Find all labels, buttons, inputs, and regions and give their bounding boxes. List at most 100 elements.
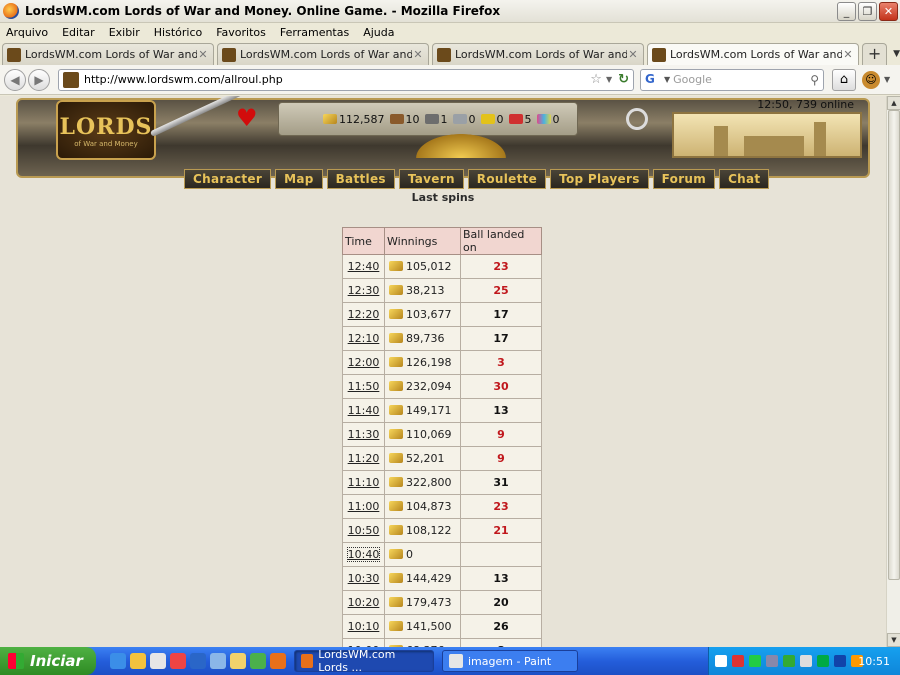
spin-time-link[interactable]: 10:10	[348, 620, 380, 633]
menu-historico[interactable]: Histórico	[154, 26, 202, 39]
spin-time-link[interactable]: 11:20	[348, 452, 380, 465]
explorer-icon[interactable]	[130, 653, 146, 669]
spin-time-link[interactable]: 11:00	[348, 500, 380, 513]
restore-button[interactable]: ❐	[858, 2, 877, 21]
spin-winnings-cell: 104,873	[384, 494, 461, 519]
spin-time-link[interactable]: 12:20	[348, 308, 380, 321]
spin-winnings-cell: 126,198	[384, 350, 461, 375]
greasemonkey-dropdown-icon[interactable]: ▼	[884, 75, 890, 84]
nav-top-players[interactable]: Top Players	[550, 169, 649, 189]
nav-battles[interactable]: Battles	[326, 169, 395, 189]
scroll-thumb[interactable]	[888, 110, 900, 580]
tab-close-icon[interactable]: ✕	[842, 48, 854, 61]
new-tab-button[interactable]: +	[862, 43, 888, 65]
taskbar-item-firefox[interactable]: LordsWM.com Lords ...	[294, 648, 434, 674]
close-button[interactable]: ✕	[879, 2, 898, 21]
google-icon[interactable]: G	[645, 72, 661, 88]
url-text[interactable]: http://www.lordswm.com/allroul.php	[84, 73, 590, 86]
spin-time-link[interactable]: 11:40	[348, 404, 380, 417]
spin-time-link[interactable]: 12:00	[348, 356, 380, 369]
menu-favoritos[interactable]: Favoritos	[216, 26, 266, 39]
vertical-scrollbar[interactable]: ▲ ▼	[886, 96, 900, 647]
menu-exibir[interactable]: Exibir	[109, 26, 140, 39]
tray-icon[interactable]	[766, 655, 778, 667]
tray-icon[interactable]	[749, 655, 761, 667]
greasemonkey-icon[interactable]: ☺	[862, 70, 880, 89]
browser-tab[interactable]: LordsWM.com Lords of War and Money.... ✕	[432, 43, 644, 65]
tab-close-icon[interactable]: ✕	[627, 48, 639, 61]
spin-ball-cell: 13	[460, 566, 542, 591]
browser-tab[interactable]: LordsWM.com Lords of War and Money.... ✕	[217, 43, 429, 65]
scroll-up-arrow-icon[interactable]: ▲	[887, 96, 900, 110]
spin-time-link[interactable]: 12:30	[348, 284, 380, 297]
menu-editar[interactable]: Editar	[62, 26, 95, 39]
back-button[interactable]: ◀	[4, 68, 26, 91]
spin-winnings-value: 104,873	[406, 500, 452, 513]
tray-icon[interactable]	[715, 655, 727, 667]
address-bar[interactable]: http://www.lordswm.com/allroul.php ☆ ▼ ↻	[58, 68, 634, 91]
minimize-button[interactable]: _	[837, 2, 856, 21]
castle-image[interactable]	[672, 112, 862, 158]
home-button[interactable]: ⌂	[832, 68, 856, 91]
spin-time-cell: 11:00	[342, 494, 385, 519]
nav-character[interactable]: Character	[184, 169, 272, 189]
spin-time-link[interactable]: 10:20	[348, 596, 380, 609]
spin-time-link[interactable]: 11:50	[348, 380, 380, 393]
messenger-icon[interactable]	[250, 653, 266, 669]
scroll-down-arrow-icon[interactable]: ▼	[887, 633, 900, 647]
spin-time-link[interactable]: 10:30	[348, 572, 380, 585]
folder-icon[interactable]	[230, 653, 246, 669]
tray-icon[interactable]	[817, 655, 829, 667]
mercury-value: 0	[468, 112, 476, 126]
gems-icon	[536, 114, 551, 124]
ie-icon[interactable]	[110, 653, 126, 669]
table-row: 11:30 110,069 9	[342, 422, 542, 447]
spin-time-link[interactable]: 10:40	[346, 547, 381, 562]
logo-subtext: of War and Money	[74, 140, 138, 148]
tray-icon[interactable]	[834, 655, 846, 667]
nav-roulette[interactable]: Roulette	[467, 169, 547, 189]
volume-icon[interactable]	[800, 655, 812, 667]
reload-icon[interactable]: ↻	[618, 72, 629, 87]
menu-ajuda[interactable]: Ajuda	[363, 26, 394, 39]
tab-label: LordsWM.com Lords of War and Money....	[670, 48, 842, 61]
search-icon[interactable]: ⚲	[810, 73, 819, 87]
firefox-icon[interactable]	[270, 653, 286, 669]
spin-time-link[interactable]: 12:10	[348, 332, 380, 345]
start-button[interactable]: Iniciar	[0, 647, 96, 675]
nav-chat[interactable]: Chat	[719, 169, 770, 189]
tab-close-icon[interactable]: ✕	[197, 48, 209, 61]
menu-ferramentas[interactable]: Ferramentas	[280, 26, 349, 39]
forward-button[interactable]: ▶	[28, 68, 50, 91]
media-player-icon[interactable]	[190, 653, 206, 669]
taskbar-item-paint[interactable]: imagem - Paint	[442, 650, 578, 672]
gold-icon	[323, 114, 337, 124]
spin-time-link[interactable]: 10:50	[348, 524, 380, 537]
search-placeholder[interactable]: Google	[673, 73, 810, 86]
nav-forum[interactable]: Forum	[652, 169, 716, 189]
tab-close-icon[interactable]: ✕	[412, 48, 424, 61]
nav-tavern[interactable]: Tavern	[398, 169, 464, 189]
table-row: 10:50 108,122 21	[342, 518, 542, 543]
paint-icon[interactable]	[150, 653, 166, 669]
lords-logo[interactable]: LORDS of War and Money	[56, 100, 156, 160]
browser-tab-active[interactable]: LordsWM.com Lords of War and Money.... ✕	[647, 43, 859, 65]
nav-map[interactable]: Map	[275, 169, 323, 189]
spin-time-link[interactable]: 11:10	[348, 476, 380, 489]
search-box[interactable]: G ▼ Google ⚲	[640, 68, 824, 91]
search-engine-dropdown-icon[interactable]: ▼	[664, 75, 670, 84]
bookmark-star-icon[interactable]: ☆	[590, 72, 602, 87]
spin-time-cell: 11:30	[342, 422, 385, 447]
ring-icon[interactable]	[626, 108, 648, 130]
url-history-dropdown-icon[interactable]: ▼	[606, 75, 612, 84]
chrome-icon[interactable]	[170, 653, 186, 669]
tray-icon[interactable]	[732, 655, 744, 667]
network-icon[interactable]	[210, 653, 226, 669]
browser-tab[interactable]: LordsWM.com Lords of War and Money.... ✕	[2, 43, 214, 65]
tab-list-dropdown-icon[interactable]: ▼	[893, 49, 900, 59]
heart-icon[interactable]: ♥	[236, 104, 258, 132]
menu-arquivo[interactable]: Arquivo	[6, 26, 48, 39]
tray-icon[interactable]	[783, 655, 795, 667]
spin-time-link[interactable]: 11:30	[348, 428, 380, 441]
spin-time-link[interactable]: 12:40	[348, 260, 380, 273]
